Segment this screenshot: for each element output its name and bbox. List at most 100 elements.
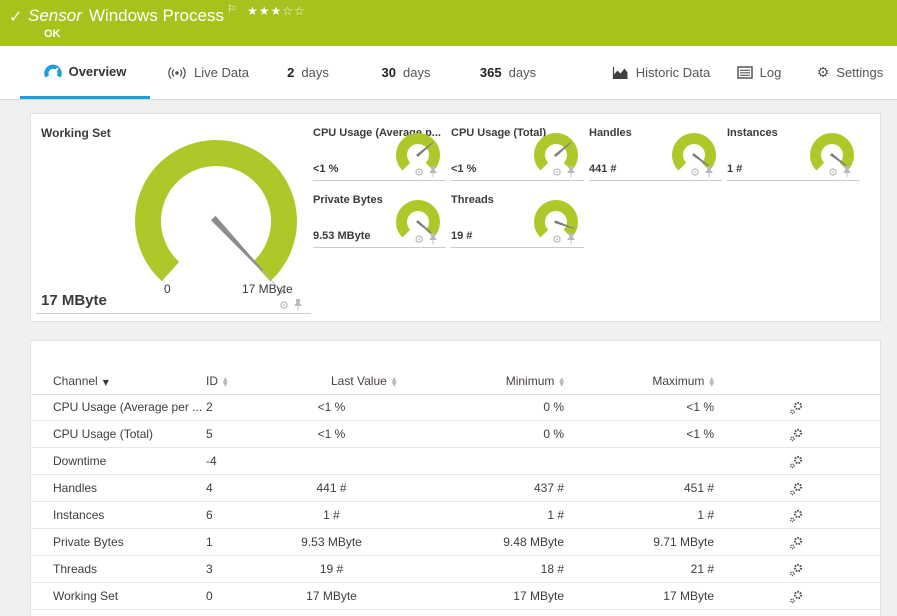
- gauge-cell-instances[interactable]: Instances 1 # ⚙: [727, 119, 860, 181]
- tab-2-days[interactable]: 2 days: [276, 46, 340, 99]
- stars-empty: ☆☆: [282, 4, 306, 18]
- channel-id: -4: [206, 454, 217, 468]
- channel-id: 3: [206, 562, 213, 576]
- sort-icon: ▲ ▼: [391, 375, 397, 388]
- channel-id: 0: [206, 589, 213, 603]
- pin-icon[interactable]: [704, 166, 714, 178]
- sort-desc-icon: ▼: [102, 378, 109, 387]
- minimum-value: 0 %: [543, 427, 564, 441]
- tab-live-data[interactable]: Live Data: [158, 46, 258, 99]
- gauge-value: <1 %: [313, 163, 339, 175]
- table-row-threads[interactable]: Threads 3 19 # 18 # 21 #: [31, 556, 880, 583]
- tab-label: Historic Data: [635, 65, 711, 80]
- pin-icon[interactable]: [566, 166, 576, 178]
- maximum-value: 21 #: [690, 562, 714, 576]
- gauge-settings-gear-icon[interactable]: ⚙: [828, 167, 838, 178]
- column-header-channel[interactable]: Channel ▼: [53, 369, 203, 394]
- channel-name: Handles: [53, 481, 98, 495]
- table-row-private-bytes[interactable]: Private Bytes 1 9.53 MByte 9.48 MByte 9.…: [31, 529, 880, 556]
- channel-settings-icon[interactable]: [789, 590, 803, 604]
- tab-log[interactable]: Log: [726, 46, 792, 99]
- tab-settings[interactable]: ⚙ Settings: [806, 46, 894, 99]
- channel-settings-icon[interactable]: [789, 482, 803, 496]
- tab-365-days[interactable]: 365 days: [468, 46, 548, 99]
- channel-settings-icon[interactable]: [789, 428, 803, 442]
- tab-30-days[interactable]: 30 days: [370, 46, 442, 99]
- tab-label: Live Data: [194, 65, 249, 80]
- gear-icon: ⚙: [816, 64, 830, 81]
- minimum-value: 437 #: [533, 481, 564, 495]
- sort-icon: ▲ ▼: [559, 375, 564, 388]
- gauge-settings-gear-icon[interactable]: ⚙: [552, 167, 562, 178]
- channel-name: Instances: [53, 508, 105, 522]
- maximum-value: [566, 448, 714, 475]
- channel-settings-icon[interactable]: [789, 509, 803, 523]
- table-row-instances[interactable]: Instances 6 1 # 1 # 1 #: [31, 502, 880, 529]
- channel-id: 4: [206, 481, 213, 495]
- last-value: [264, 448, 399, 475]
- table-row-working-set[interactable]: Working Set 0 17 MByte 17 MByte 17 MByte: [31, 583, 880, 610]
- last-value: <1 %: [317, 400, 346, 414]
- channel-settings-icon[interactable]: [789, 536, 803, 550]
- flag-icon[interactable]: ⚐: [227, 4, 236, 15]
- log-list-icon: [736, 66, 753, 79]
- gauge-value: <1 %: [451, 163, 477, 175]
- gauge-cell-threads[interactable]: Threads 19 # ⚙: [451, 186, 584, 248]
- channel-settings-icon[interactable]: [789, 401, 803, 415]
- gauge-cell-working-set[interactable]: Working Set 0 17 MByte x̄ 17 MByte ⚙: [36, 114, 311, 314]
- priority-stars[interactable]: ★★★☆☆: [247, 4, 306, 18]
- gauge-cell-cpu-average[interactable]: CPU Usage (Average p... <1 % ⚙: [313, 119, 446, 181]
- minimum-value: 17 MByte: [513, 589, 564, 603]
- channel-name: Private Bytes: [53, 535, 124, 549]
- channels-table-panel: Channel ▼ ID ▲ ▼ Last Value ▲ ▼ Minimum ▲ ▼ Max…: [30, 340, 881, 616]
- gauges-panel: Working Set 0 17 MByte x̄ 17 MByte ⚙ CPU…: [30, 113, 881, 322]
- tab-day-count: 2: [287, 65, 295, 80]
- gauge-cell-private-bytes[interactable]: Private Bytes 9.53 MByte ⚙: [313, 186, 446, 248]
- area-chart-icon: [612, 66, 628, 79]
- table-row-cpu-total[interactable]: CPU Usage (Total) 5 <1 % 0 % <1 %: [31, 421, 880, 448]
- table-row-downtime[interactable]: Downtime -4: [31, 448, 880, 475]
- channel-name: CPU Usage (Total): [53, 427, 154, 441]
- channel-id: 5: [206, 427, 213, 441]
- channel-settings-icon[interactable]: [789, 563, 803, 577]
- channel-settings-icon[interactable]: [789, 455, 803, 469]
- pin-icon[interactable]: [842, 166, 852, 178]
- pin-icon[interactable]: [428, 166, 438, 178]
- sensor-name: Windows Process: [88, 6, 224, 25]
- gauge-value: 441 #: [589, 163, 617, 175]
- gauge-settings-gear-icon[interactable]: ⚙: [414, 234, 424, 245]
- gauge-icon: [43, 64, 62, 77]
- tab-overview[interactable]: Overview: [20, 46, 150, 99]
- gauge-settings-gear-icon[interactable]: ⚙: [279, 300, 289, 311]
- gauge-settings-gear-icon[interactable]: ⚙: [690, 167, 700, 178]
- channel-id: 6: [206, 508, 213, 522]
- pin-icon[interactable]: [566, 233, 576, 245]
- maximum-value: <1 %: [686, 400, 714, 414]
- gauge-cell-handles[interactable]: Handles 441 # ⚙: [589, 119, 722, 181]
- gauge-value: 19 #: [451, 230, 473, 242]
- gauge-cell-cpu-total[interactable]: CPU Usage (Total) <1 % ⚙: [451, 119, 584, 181]
- channel-name: CPU Usage (Average per ...: [53, 400, 203, 414]
- gauge-scale-max: 17 MByte: [242, 282, 293, 296]
- sort-icon: ▲ ▼: [223, 375, 228, 388]
- gauge-settings-gear-icon[interactable]: ⚙: [552, 234, 562, 245]
- maximum-value: 17 MByte: [663, 589, 714, 603]
- last-value: 441 #: [316, 481, 347, 495]
- tab-historic-data[interactable]: Historic Data: [602, 46, 720, 99]
- column-header-minimum[interactable]: Minimum ▲ ▼: [401, 369, 564, 394]
- gauge-settings-gear-icon[interactable]: ⚙: [414, 167, 424, 178]
- column-header-maximum[interactable]: Maximum ▲ ▼: [566, 369, 714, 394]
- table-row-cpu-average[interactable]: CPU Usage (Average per ... 2 <1 % 0 % <1…: [31, 394, 880, 421]
- pin-icon[interactable]: [428, 233, 438, 245]
- page-title: Sensor Windows Process ⚐: [28, 4, 236, 26]
- column-header-id[interactable]: ID ▲ ▼: [206, 369, 264, 394]
- object-type-label: Sensor: [28, 6, 82, 25]
- tab-day-count: 30: [381, 65, 396, 80]
- minimum-value: 9.48 MByte: [503, 535, 564, 549]
- table-row-handles[interactable]: Handles 4 441 # 437 # 451 #: [31, 475, 880, 502]
- tab-label: Settings: [836, 65, 884, 80]
- pin-icon[interactable]: [293, 299, 303, 311]
- tab-day-count: 365: [479, 65, 502, 80]
- last-value: <1 %: [317, 427, 346, 441]
- channel-name: Downtime: [53, 454, 107, 468]
